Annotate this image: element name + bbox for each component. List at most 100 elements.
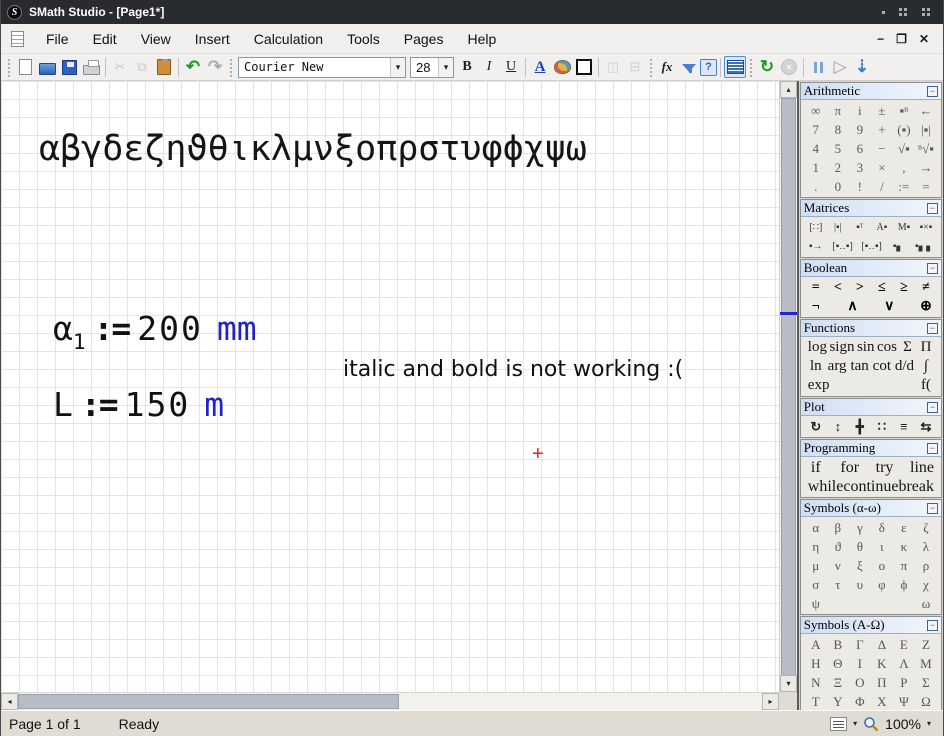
matrices-button[interactable]: A▪ bbox=[874, 222, 890, 233]
symbols-upper-button[interactable]: Φ bbox=[852, 694, 868, 710]
horizontal-scrollbar[interactable]: ◂ ▸ bbox=[1, 692, 779, 710]
menu-view[interactable]: View bbox=[129, 26, 183, 52]
symbols-upper-button[interactable]: Π bbox=[874, 675, 890, 691]
functions-button[interactable]: d/d bbox=[895, 358, 914, 375]
arithmetic-button[interactable]: = bbox=[918, 179, 934, 195]
symbols-upper-button[interactable]: Λ bbox=[896, 656, 912, 672]
font-name-combobox[interactable]: Courier New▾ bbox=[238, 57, 406, 78]
math-region-L-assignment[interactable]: L:=150m bbox=[53, 385, 224, 424]
programming-button[interactable]: continue bbox=[843, 478, 898, 496]
child-restore-icon[interactable]: ❐ bbox=[896, 32, 907, 46]
greek-letters-text-region[interactable]: αβγδεζηϑθικλμνξοπρστυφϕχψω bbox=[39, 129, 587, 169]
symbols-upper-button[interactable]: Γ bbox=[852, 637, 868, 653]
toolbar-gripper[interactable] bbox=[648, 57, 654, 77]
symbols-upper-button[interactable]: Μ bbox=[918, 656, 934, 672]
collapse-icon[interactable] bbox=[927, 443, 938, 454]
arithmetic-button[interactable]: 8 bbox=[830, 122, 846, 138]
arithmetic-button[interactable]: . bbox=[808, 179, 824, 195]
font-color-button[interactable]: A bbox=[529, 56, 551, 78]
arithmetic-button[interactable]: 6 bbox=[852, 141, 868, 157]
symbols-lower-button[interactable]: ϕ bbox=[896, 577, 912, 593]
arithmetic-button[interactable]: √▪ bbox=[896, 141, 912, 157]
menu-edit[interactable]: Edit bbox=[81, 26, 129, 52]
redo-button[interactable]: ↷ bbox=[204, 56, 226, 78]
pause-button[interactable] bbox=[807, 56, 829, 78]
child-close-icon[interactable]: ✕ bbox=[919, 32, 929, 46]
symbols-upper-button[interactable]: Ι bbox=[852, 656, 868, 672]
cut-button[interactable]: ✂ bbox=[109, 56, 131, 78]
symbols-lower-button[interactable]: φ bbox=[874, 577, 890, 593]
arithmetic-button[interactable]: := bbox=[896, 179, 912, 195]
symbols-upper-button[interactable]: Α bbox=[808, 637, 824, 653]
symbols-lower-button[interactable]: θ bbox=[852, 539, 868, 555]
matrices-button[interactable]: M▪ bbox=[896, 222, 912, 233]
programming-button[interactable]: while bbox=[808, 478, 844, 496]
boolean-button[interactable]: ≠ bbox=[918, 280, 934, 296]
symbols-upper-button[interactable]: Η bbox=[808, 656, 824, 672]
boolean-button[interactable]: = bbox=[808, 280, 824, 296]
filter-button[interactable] bbox=[678, 56, 700, 78]
symbols-lower-button[interactable]: η bbox=[808, 539, 824, 555]
functions-button[interactable]: Σ bbox=[899, 339, 915, 356]
arithmetic-button[interactable]: + bbox=[874, 122, 890, 138]
arithmetic-button[interactable]: ← bbox=[918, 103, 934, 119]
recalculate-button[interactable]: ↻ bbox=[756, 56, 778, 78]
symbols-upper-button[interactable]: Ε bbox=[896, 637, 912, 653]
symbols-lower-button[interactable]: ο bbox=[874, 558, 890, 574]
arithmetic-button[interactable]: − bbox=[874, 141, 890, 157]
menu-calculation[interactable]: Calculation bbox=[242, 26, 335, 52]
menu-tools[interactable]: Tools bbox=[335, 26, 392, 52]
view-dropdown-arrow-icon[interactable]: ▾ bbox=[853, 719, 857, 728]
font-size-value[interactable]: 28 bbox=[411, 60, 438, 75]
symbols-lower-button[interactable]: ϑ bbox=[830, 539, 846, 555]
close-window-icon[interactable] bbox=[922, 8, 931, 17]
background-color-button[interactable] bbox=[551, 56, 573, 78]
interrupt-button[interactable] bbox=[778, 56, 800, 78]
arithmetic-button[interactable]: π bbox=[830, 103, 846, 119]
arithmetic-button[interactable]: 7 bbox=[808, 122, 824, 138]
functions-button[interactable]: Π bbox=[918, 339, 934, 356]
symbols-upper-button[interactable]: Ο bbox=[852, 675, 868, 691]
arithmetic-button[interactable]: 0 bbox=[830, 179, 846, 195]
symbols-lower-button[interactable]: β bbox=[830, 520, 846, 536]
dropdown-arrow-icon[interactable]: ▾ bbox=[390, 58, 405, 77]
menu-help[interactable]: Help bbox=[455, 26, 508, 52]
horizontal-spacing-button[interactable]: ◫ bbox=[602, 56, 624, 78]
vertical-spacing-button[interactable]: ⊟ bbox=[624, 56, 646, 78]
save-file-button[interactable] bbox=[58, 56, 80, 78]
worksheet-canvas[interactable]: αβγδεζηϑθικλμνξοπρστυφϕχψω α1:=200mm ita… bbox=[1, 81, 779, 692]
boolean-button[interactable]: ¬ bbox=[808, 299, 824, 315]
arithmetic-button[interactable]: (▪) bbox=[896, 122, 912, 138]
matrices-button[interactable]: ▪→ bbox=[808, 241, 824, 252]
vertical-scrollbar[interactable]: ▴ ▾ bbox=[779, 81, 797, 692]
open-file-button[interactable] bbox=[36, 56, 58, 78]
boolean-button[interactable]: ∨ bbox=[881, 298, 897, 315]
collapse-icon[interactable] bbox=[927, 402, 938, 413]
programming-button[interactable]: for bbox=[840, 459, 859, 477]
symbols-upper-button[interactable]: Ν bbox=[808, 675, 824, 691]
symbols-lower-button[interactable]: π bbox=[896, 558, 912, 574]
plot-button[interactable]: ╋ bbox=[852, 419, 868, 435]
copy-button[interactable]: ⧉ bbox=[131, 56, 153, 78]
collapse-icon[interactable] bbox=[927, 203, 938, 214]
collapse-icon[interactable] bbox=[927, 503, 938, 514]
horizontal-scrollbar-thumb[interactable] bbox=[18, 694, 399, 709]
symbols-lower-button[interactable]: κ bbox=[896, 539, 912, 555]
scroll-left-icon[interactable]: ◂ bbox=[1, 693, 18, 710]
arithmetic-button[interactable]: i bbox=[852, 103, 868, 119]
arithmetic-button[interactable]: , bbox=[896, 160, 912, 176]
symbols-lower-button[interactable]: υ bbox=[852, 577, 868, 593]
symbols-lower-button[interactable]: χ bbox=[918, 577, 934, 593]
arithmetic-button[interactable]: 5 bbox=[830, 141, 846, 157]
dropdown-arrow-icon[interactable]: ▾ bbox=[438, 58, 453, 77]
symbols-upper-button[interactable]: Σ bbox=[918, 675, 934, 691]
toolbar-gripper[interactable] bbox=[748, 57, 754, 77]
functions-button[interactable]: exp bbox=[808, 377, 830, 394]
symbols-upper-button[interactable]: Θ bbox=[830, 656, 846, 672]
plot-button[interactable]: ≡ bbox=[896, 419, 912, 435]
boolean-button[interactable]: > bbox=[852, 280, 868, 296]
child-minimize-icon[interactable]: − bbox=[877, 32, 884, 46]
scroll-right-icon[interactable]: ▸ bbox=[762, 693, 779, 710]
bold-button[interactable]: B bbox=[456, 56, 478, 78]
zoom-icon[interactable] bbox=[863, 716, 879, 732]
